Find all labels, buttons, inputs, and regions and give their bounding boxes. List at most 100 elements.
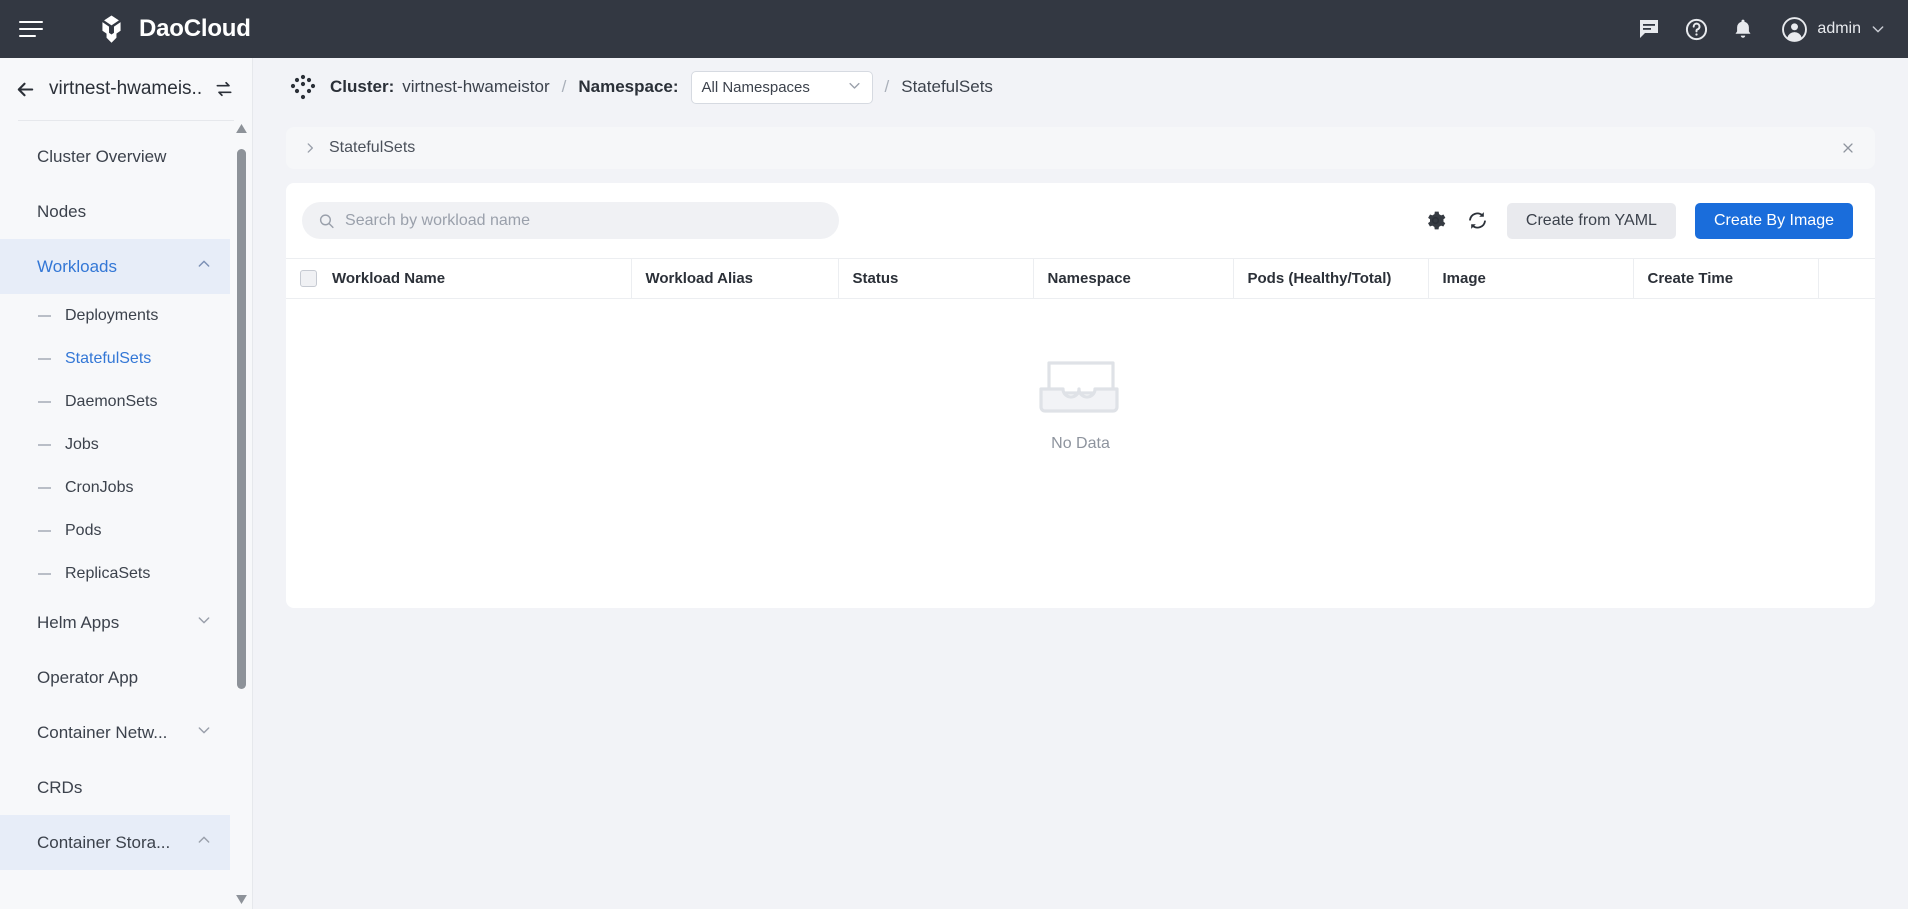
close-icon[interactable] <box>1840 140 1856 156</box>
chevron-down-icon <box>847 78 862 97</box>
workloads-table: Workload Name Workload Alias Status Name… <box>286 258 1875 299</box>
sidebar-item-workloads[interactable]: Workloads <box>0 239 230 294</box>
sidebar-item-helm-apps[interactable]: Helm Apps <box>0 595 230 650</box>
namespace-select[interactable]: All Namespaces <box>691 71 873 104</box>
sidebar-item-label: Container Stora... <box>37 833 170 853</box>
sidebar-item-nodes[interactable]: Nodes <box>0 184 230 239</box>
sidebar-item-operator-app[interactable]: Operator App <box>0 650 230 705</box>
sidebar-menu: Cluster Overview Nodes Workloads Deploym… <box>0 121 230 870</box>
sidebar: virtnest-hwameis... Cluster Overview Nod… <box>0 58 253 909</box>
bullet-dash-icon <box>38 573 51 575</box>
gear-icon[interactable] <box>1423 208 1449 234</box>
bullet-dash-icon <box>38 444 51 446</box>
sidebar-item-label: CRDs <box>37 778 82 798</box>
scrollbar-thumb[interactable] <box>237 149 246 689</box>
table-header-namespace: Namespace <box>1033 259 1233 299</box>
chevron-down-icon <box>1870 21 1886 37</box>
table-header-actions <box>1818 259 1875 299</box>
daocloud-logo-icon <box>95 13 128 46</box>
scroll-down-arrow-icon[interactable] <box>235 893 248 906</box>
sidebar-item-label: StatefulSets <box>65 350 151 368</box>
sidebar-item-label: DaemonSets <box>65 393 158 411</box>
sidebar-scrollbar[interactable] <box>235 121 248 907</box>
top-header: DaoCloud <box>0 0 1908 58</box>
create-by-image-button[interactable]: Create By Image <box>1695 203 1853 239</box>
workloads-toolbar: Create from YAML Create By Image <box>286 183 1875 258</box>
header-actions: admin <box>1636 16 1886 43</box>
page-notice-title: StatefulSets <box>329 139 415 157</box>
workloads-panel: Create from YAML Create By Image Workloa… <box>286 183 1875 608</box>
sidebar-item-label: CronJobs <box>65 479 133 497</box>
sidebar-item-label: Workloads <box>37 257 117 277</box>
breadcrumb: Cluster: virtnest-hwameistor / Namespace… <box>253 58 1908 116</box>
sidebar-item-label: Deployments <box>65 307 158 325</box>
page-notice-banner: StatefulSets <box>286 127 1875 169</box>
back-arrow-icon[interactable] <box>14 78 37 101</box>
sidebar-item-jobs[interactable]: Jobs <box>0 423 230 466</box>
user-menu[interactable]: admin <box>1781 16 1886 43</box>
table-header-pods: Pods (Healthy/Total) <box>1233 259 1428 299</box>
hamburger-bar <box>19 35 36 37</box>
sidebar-item-cluster-overview[interactable]: Cluster Overview <box>0 129 230 184</box>
sidebar-item-label: Cluster Overview <box>37 147 166 167</box>
sidebar-item-pods[interactable]: Pods <box>0 509 230 552</box>
table-header-row: Workload Name Workload Alias Status Name… <box>286 259 1875 299</box>
bullet-dash-icon <box>38 530 51 532</box>
create-from-yaml-button[interactable]: Create from YAML <box>1507 203 1676 239</box>
chevron-up-icon <box>196 832 212 853</box>
hamburger-bar <box>19 21 43 23</box>
sidebar-item-label: Operator App <box>37 668 138 688</box>
sidebar-item-replicasets[interactable]: ReplicaSets <box>0 552 230 595</box>
sidebar-item-container-storage[interactable]: Container Stora... <box>0 815 230 870</box>
sidebar-item-deployments[interactable]: Deployments <box>0 294 230 337</box>
sidebar-item-container-network[interactable]: Container Netw... <box>0 705 230 760</box>
chat-icon[interactable] <box>1636 16 1662 42</box>
cluster-label: Cluster: <box>330 77 394 97</box>
user-name: admin <box>1817 20 1861 38</box>
chevron-right-icon[interactable] <box>303 141 317 155</box>
namespace-selected-value: All Namespaces <box>702 79 810 96</box>
swap-icon[interactable] <box>214 79 234 99</box>
search-input-wrapper[interactable] <box>302 202 839 239</box>
table-header-image: Image <box>1428 259 1633 299</box>
empty-state-label: No Data <box>1051 435 1110 453</box>
hamburger-icon[interactable] <box>19 16 45 42</box>
refresh-icon[interactable] <box>1465 208 1491 234</box>
cluster-value[interactable]: virtnest-hwameistor <box>402 77 549 97</box>
sidebar-item-label: Pods <box>65 522 101 540</box>
sidebar-item-label: ReplicaSets <box>65 565 150 583</box>
bullet-dash-icon <box>38 487 51 489</box>
sidebar-item-crds[interactable]: CRDs <box>0 760 230 815</box>
hamburger-bar <box>19 28 43 30</box>
sidebar-item-daemonsets[interactable]: DaemonSets <box>0 380 230 423</box>
sidebar-item-label: Container Netw... <box>37 723 167 743</box>
avatar <box>1781 16 1808 43</box>
table-header-workload-alias: Workload Alias <box>631 259 838 299</box>
sidebar-item-cronjobs[interactable]: CronJobs <box>0 466 230 509</box>
column-label: Workload Name <box>332 270 445 287</box>
bullet-dash-icon <box>38 315 51 317</box>
search-icon <box>318 212 335 230</box>
bell-icon[interactable] <box>1730 16 1756 42</box>
sidebar-header: virtnest-hwameis... <box>0 58 252 120</box>
search-input[interactable] <box>345 212 823 230</box>
toolbar-actions: Create from YAML Create By Image <box>1423 203 1853 239</box>
brand-name: DaoCloud <box>139 15 251 43</box>
sidebar-item-label: Helm Apps <box>37 613 119 633</box>
help-icon[interactable] <box>1683 16 1709 42</box>
table-header-workload-name: Workload Name <box>286 259 631 299</box>
namespace-label: Namespace: <box>578 77 678 97</box>
main-content: Cluster: virtnest-hwameistor / Namespace… <box>253 58 1908 909</box>
sidebar-item-label: Nodes <box>37 202 86 222</box>
table-header-status: Status <box>838 259 1033 299</box>
empty-inbox-icon <box>1035 353 1127 421</box>
scroll-up-arrow-icon[interactable] <box>235 122 248 135</box>
chevron-up-icon <box>196 256 212 277</box>
select-all-checkbox[interactable] <box>300 270 317 287</box>
breadcrumb-separator: / <box>885 77 890 97</box>
sidebar-cluster-title: virtnest-hwameis... <box>49 78 202 100</box>
sidebar-item-statefulsets[interactable]: StatefulSets <box>0 337 230 380</box>
brand-logo-link[interactable]: DaoCloud <box>95 13 251 46</box>
chevron-down-icon <box>196 612 212 633</box>
table-header-create-time: Create Time <box>1633 259 1818 299</box>
